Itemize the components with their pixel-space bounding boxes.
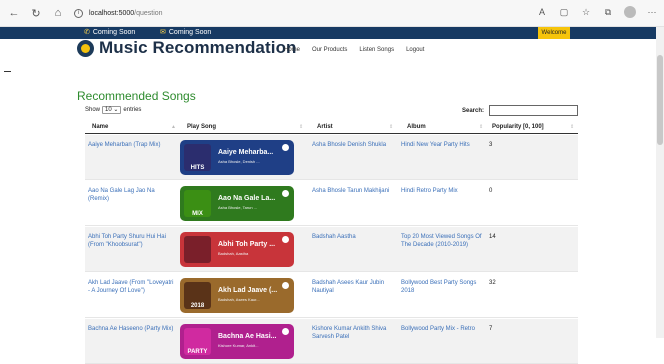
entries-label: entries <box>123 107 142 113</box>
spotify-logo-icon <box>282 236 289 243</box>
album-art: HITS <box>184 144 211 171</box>
song-name-link[interactable]: Akh Lad Jaave (From "Loveyatri - A Journ… <box>88 279 174 295</box>
player-title: Akh Lad Jaave (... <box>218 287 278 294</box>
player-title: Aao Na Gale La... <box>218 195 276 202</box>
table-row: Aao Na Gale Lag Jao Na (Remix) MIX Aao N… <box>85 181 578 226</box>
table-header: Name ▲ Play Song ⇕ Artist ⇕ Album ⇕ Popu… <box>85 120 578 134</box>
artist-link[interactable]: Asha Bhosle Denish Shukla <box>312 141 396 149</box>
section-title: Recommended Songs <box>77 89 196 103</box>
phone-contact: ✆ Coming Soon <box>84 28 136 37</box>
spotify-player[interactable]: HITS Aaiye Meharba... Asha Bhosle, Denis… <box>180 140 294 175</box>
artist-link[interactable]: Kishore Kumar Ankith Shiva Sarvesh Patel <box>312 325 396 341</box>
album-link[interactable]: Bollywood Best Party Songs 2018 <box>401 279 485 295</box>
player-title: Bachna Ae Hasi... <box>218 333 277 340</box>
player-title: Aaiye Meharba... <box>218 149 274 156</box>
player-subtitle: Badshah, Aastha <box>218 251 249 256</box>
profile-avatar[interactable] <box>624 6 636 18</box>
collections-icon[interactable]: ⧉ <box>602 6 614 18</box>
album-link[interactable]: Top 20 Most Viewed Songs Of The Decade (… <box>401 233 485 249</box>
album-art: PARTY <box>184 328 211 355</box>
nav-logout[interactable]: Logout <box>406 47 424 53</box>
read-aloud-icon[interactable]: A <box>536 6 548 18</box>
welcome-button[interactable]: Welcome <box>538 27 570 39</box>
entries-control: Show 10 ⌄ entries <box>85 106 141 114</box>
info-icon[interactable]: i <box>74 8 83 18</box>
artist-link[interactable]: Badshah Aastha <box>312 233 396 241</box>
address-bar[interactable]: i localhost:5000/question <box>74 8 163 18</box>
brand-title[interactable]: Music Recommendation <box>99 38 297 58</box>
table-row: Akh Lad Jaave (From "Loveyatri - A Journ… <box>85 273 578 318</box>
show-label: Show <box>85 107 101 113</box>
album-art: MIX <box>184 190 211 217</box>
col-name[interactable]: Name <box>92 124 108 130</box>
spotify-logo-icon <box>282 144 289 151</box>
main-nav: Home Our Products Listen Songs Logout <box>284 47 424 53</box>
table-row: Abhi Toh Party Shuru Hui Hai (From "Khoo… <box>85 227 578 272</box>
spotify-player[interactable]: Abhi Toh Party ... Badshah, Aastha <box>180 232 294 267</box>
song-name-link[interactable]: Bachna Ae Haseeno (Party Mix) <box>88 325 174 333</box>
popularity-value: 0 <box>489 188 493 194</box>
search-input[interactable] <box>489 105 578 116</box>
spotify-player[interactable]: MIX Aao Na Gale La... Asha Bhosle, Tarun… <box>180 186 294 221</box>
popularity-value: 7 <box>489 326 493 332</box>
col-artist[interactable]: Artist <box>317 124 333 130</box>
sort-icon[interactable]: ⇕ <box>479 124 483 130</box>
spotify-logo-icon <box>282 282 289 289</box>
player-subtitle: Asha Bhosle, Tarun ... <box>218 205 258 210</box>
extensions-icon[interactable]: ▢ <box>558 6 570 18</box>
spotify-player[interactable]: 2018 Akh Lad Jaave (... Badshah, Asees K… <box>180 278 294 313</box>
spotify-logo-icon <box>282 190 289 197</box>
col-album[interactable]: Album <box>407 124 426 130</box>
scrollbar-thumb[interactable] <box>657 55 663 145</box>
song-name-link[interactable]: Aaiye Meharban (Trap Mix) <box>88 141 174 149</box>
home-icon[interactable]: ⌂ <box>50 5 66 21</box>
url-path: /question <box>134 9 163 17</box>
favorites-icon[interactable]: ☆ <box>580 6 592 18</box>
sort-icon[interactable]: ⇕ <box>299 124 303 130</box>
sort-icon[interactable]: ⇕ <box>570 124 574 130</box>
back-icon[interactable]: ← <box>6 5 22 21</box>
nav-home[interactable]: Home <box>284 47 300 53</box>
search-label: Search: <box>462 108 485 114</box>
brand-logo-icon[interactable] <box>77 40 94 57</box>
album-link[interactable]: Hindi Retro Party Mix <box>401 187 485 195</box>
player-subtitle: Kishore Kumar, Ankit... <box>218 343 259 348</box>
popularity-value: 14 <box>489 234 496 240</box>
sort-asc-icon[interactable]: ▲ <box>171 124 176 130</box>
email-contact: ✉ Coming Soon <box>160 28 212 37</box>
nav-listen-songs[interactable]: Listen Songs <box>359 47 394 53</box>
song-name-link[interactable]: Abhi Toh Party Shuru Hui Hai (From "Khoo… <box>88 233 174 249</box>
url-host: localhost:5000 <box>89 9 135 17</box>
table-row: Aaiye Meharban (Trap Mix) HITS Aaiye Meh… <box>85 135 578 180</box>
more-icon[interactable]: ··· <box>646 6 658 18</box>
album-link[interactable]: Bollywood Party Mix - Retro <box>401 325 485 333</box>
refresh-icon[interactable]: ↻ <box>28 5 44 21</box>
album-link[interactable]: Hindi New Year Party Hits <box>401 141 485 149</box>
popularity-value: 3 <box>489 142 493 148</box>
table-row: Bachna Ae Haseeno (Party Mix) PARTY Bach… <box>85 319 578 364</box>
vertical-scrollbar[interactable] <box>656 27 664 338</box>
album-art <box>184 236 211 263</box>
artist-link[interactable]: Asha Bhosle Tarun Makhijani <box>312 187 396 195</box>
artist-link[interactable]: Badshah Asees Kaur Jubin Nautiyal <box>312 279 396 295</box>
col-popularity[interactable]: Popularity [0, 100] <box>492 124 544 130</box>
side-handle[interactable] <box>4 71 11 72</box>
spotify-logo-icon <box>282 328 289 335</box>
col-play-song[interactable]: Play Song <box>187 124 216 130</box>
album-art: 2018 <box>184 282 211 309</box>
sort-icon[interactable]: ⇕ <box>389 124 393 130</box>
nav-our-products[interactable]: Our Products <box>312 47 347 53</box>
popularity-value: 32 <box>489 280 496 286</box>
player-subtitle: Asha Bhosle, Denish ... <box>218 159 260 164</box>
entries-select[interactable]: 10 ⌄ <box>102 106 122 114</box>
spotify-player[interactable]: PARTY Bachna Ae Hasi... Kishore Kumar, A… <box>180 324 294 359</box>
player-subtitle: Badshah, Asees Kaur... <box>218 297 260 302</box>
email-label: Coming Soon <box>168 28 212 36</box>
song-name-link[interactable]: Aao Na Gale Lag Jao Na (Remix) <box>88 187 174 203</box>
mail-icon: ✉ <box>160 29 166 36</box>
phone-icon: ✆ <box>84 29 90 36</box>
phone-label: Coming Soon <box>92 28 136 36</box>
browser-toolbar: ← ↻ ⌂ i localhost:5000/question A ▢ ☆ ⧉ … <box>0 0 664 27</box>
player-title: Abhi Toh Party ... <box>218 241 276 248</box>
